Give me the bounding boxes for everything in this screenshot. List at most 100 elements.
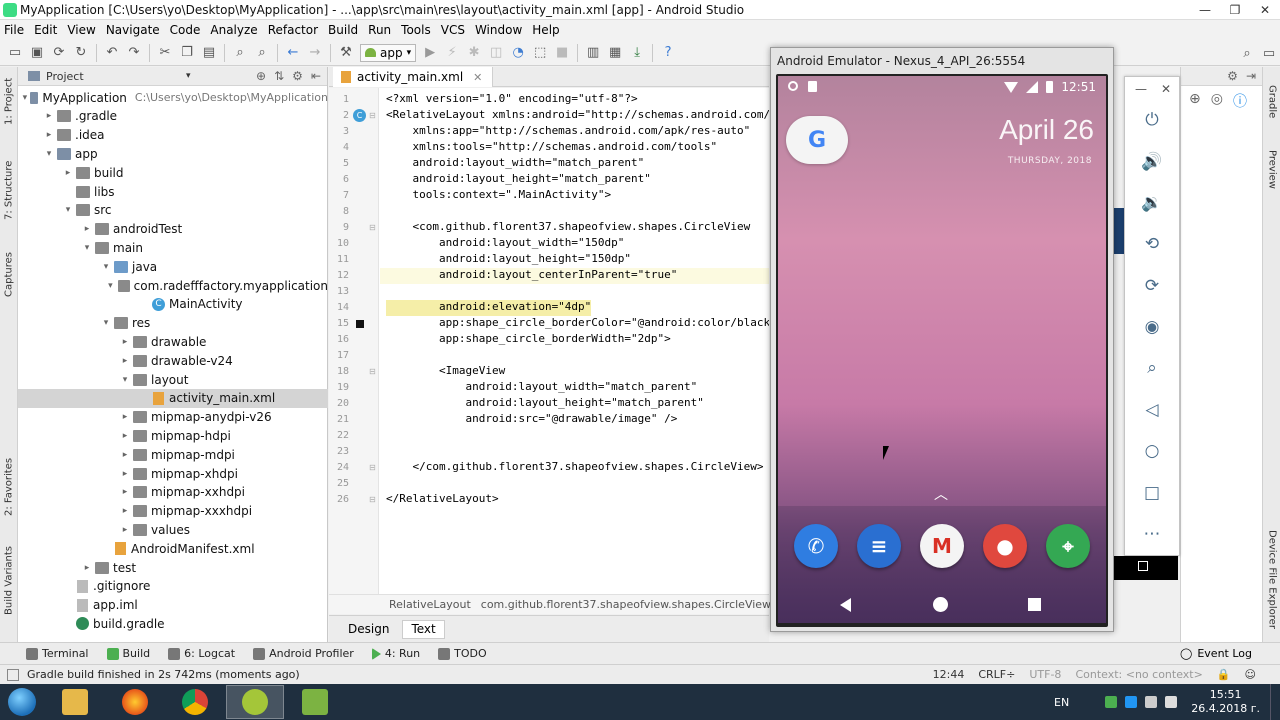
undo-icon[interactable]: ↶ — [103, 44, 121, 62]
tab-build-variants[interactable]: Build Variants — [0, 545, 18, 617]
taskbar-firefox[interactable] — [106, 685, 164, 719]
forward-icon[interactable]: → — [306, 44, 324, 62]
tree-item[interactable]: ▸ values — [18, 520, 328, 539]
more-options-icon[interactable]: ⋯ — [1141, 523, 1163, 545]
system-clock[interactable]: 15:51 26.4.2018 г. — [1191, 688, 1260, 716]
network-icon[interactable] — [1145, 696, 1158, 708]
scroll-from-source-icon[interactable]: ⊕ — [256, 69, 266, 83]
tree-item[interactable]: ▸ drawable — [18, 332, 328, 351]
tree-item[interactable]: ▾ layout — [18, 370, 328, 389]
tree-item[interactable]: ▾ MyApplication C:\Users\yo\Desktop\MyAppl… — [18, 88, 328, 107]
hide-panel-icon[interactable]: ⇤ — [311, 69, 321, 83]
tree-item[interactable]: activity_main.xml — [18, 388, 328, 408]
fold-marker-icon[interactable]: ⊟ — [369, 223, 376, 232]
chevron-right-icon[interactable]: ▸ — [119, 356, 131, 366]
chevron-right-icon[interactable]: ▸ — [119, 487, 131, 497]
breadcrumb-item[interactable]: com.github.florent37.shapeofview.shapes.… — [481, 598, 771, 611]
copy-icon[interactable]: ❐ — [178, 44, 196, 62]
chevron-right-icon[interactable]: ▸ — [81, 563, 93, 573]
back-icon[interactable]: ← — [284, 44, 302, 62]
tree-item[interactable]: ▾ main — [18, 238, 328, 257]
tray-icon[interactable] — [1105, 696, 1118, 708]
close-tab-icon[interactable]: ✕ — [473, 71, 482, 84]
menu-run[interactable]: Run — [363, 23, 396, 37]
tree-item[interactable]: ▸ mipmap-hdpi — [18, 426, 328, 445]
maximize-button[interactable]: ❐ — [1220, 0, 1250, 20]
tree-item[interactable]: ▸ mipmap-xxhdpi — [18, 483, 328, 502]
menu-code[interactable]: Code — [165, 23, 206, 37]
run-icon[interactable]: ▶ — [421, 44, 439, 62]
close-button[interactable]: ✕ — [1250, 0, 1280, 20]
tab-gradle[interactable]: Gradle — [1263, 77, 1280, 127]
tree-item[interactable]: libs — [18, 182, 328, 201]
taskbar-android-studio[interactable] — [226, 685, 284, 719]
tree-item[interactable]: ▸ mipmap-mdpi — [18, 445, 328, 464]
search-everywhere-icon[interactable]: ⌕ — [1238, 44, 1256, 62]
language-indicator[interactable]: EN — [1054, 696, 1069, 709]
start-button[interactable] — [0, 684, 44, 720]
sync-icon[interactable]: ⟳ — [50, 44, 68, 62]
info-icon[interactable]: ⓘ — [1233, 91, 1247, 111]
volume-icon[interactable] — [1165, 696, 1178, 708]
tree-item[interactable]: ▸ mipmap-anydpi-v26 — [18, 408, 328, 427]
tree-item[interactable]: ▸ mipmap-xxxhdpi — [18, 502, 328, 521]
class-marker-icon[interactable]: C — [353, 109, 366, 122]
attach-debugger-icon[interactable]: ⬚ — [531, 44, 549, 62]
rotate-right-icon[interactable]: ⟳ — [1141, 275, 1163, 297]
tree-item[interactable]: app.iml — [18, 596, 328, 615]
app-maps-icon[interactable]: ⌖ — [1046, 524, 1090, 568]
back-triangle-icon[interactable]: ◁ — [1141, 399, 1163, 421]
taskbar-explorer[interactable] — [46, 685, 104, 719]
chevron-down-icon[interactable]: ▾ — [62, 205, 74, 215]
menu-help[interactable]: Help — [527, 23, 564, 37]
color-swatch-icon[interactable] — [356, 320, 364, 328]
tree-item[interactable]: ▸ .gradle — [18, 107, 328, 126]
chevron-down-icon[interactable]: ▾ — [105, 281, 115, 291]
tab-device-file-explorer[interactable]: Device File Explorer — [1263, 519, 1280, 639]
tab-project[interactable]: 1: Project — [0, 71, 18, 131]
emulator-minimize-icon[interactable]: — — [1135, 82, 1147, 96]
hector-icon[interactable]: ☺ — [1245, 668, 1256, 681]
fold-marker-icon[interactable]: ⊟ — [369, 111, 376, 120]
fold-marker-icon[interactable]: ⊟ — [369, 463, 376, 472]
help-icon[interactable]: ? — [659, 44, 677, 62]
tab-preview[interactable]: Preview — [1263, 141, 1280, 197]
nav-home-icon[interactable] — [933, 597, 948, 612]
chevron-down-icon[interactable]: ▾ — [81, 243, 93, 253]
panel-toggle-icon[interactable]: ▭ — [1260, 44, 1278, 62]
settings-gear-icon[interactable]: ⚙ — [1227, 69, 1238, 83]
chevron-right-icon[interactable]: ▸ — [119, 431, 131, 441]
nav-back-icon[interactable] — [840, 598, 851, 612]
tree-item[interactable]: ▸ test — [18, 558, 328, 577]
tree-item[interactable]: ▾ src — [18, 201, 328, 220]
app-phone-icon[interactable]: ✆ — [794, 524, 838, 568]
tool-terminal[interactable]: Terminal — [26, 647, 89, 660]
chevron-right-icon[interactable]: ▸ — [81, 224, 93, 234]
tool-logcat[interactable]: 6: Logcat — [168, 647, 235, 660]
lock-icon[interactable]: 🔒 — [1217, 668, 1231, 681]
menu-edit[interactable]: Edit — [29, 23, 62, 37]
chevron-right-icon[interactable]: ▸ — [43, 111, 55, 121]
chevron-right-icon[interactable]: ▸ — [119, 450, 131, 460]
tool-todo[interactable]: TODO — [438, 647, 487, 660]
run-configuration-dropdown[interactable]: app ▾ — [360, 43, 417, 62]
menu-file[interactable]: File — [0, 23, 29, 37]
chevron-up-icon[interactable]: ︿ — [934, 484, 948, 504]
taskbar-chrome[interactable] — [166, 685, 224, 719]
chevron-right-icon[interactable]: ▸ — [119, 412, 131, 422]
settings-gear-icon[interactable]: ⚙ — [292, 69, 303, 83]
chevron-right-icon[interactable]: ▸ — [43, 130, 55, 140]
apply-changes-icon[interactable]: ⚡ — [443, 44, 461, 62]
show-desktop-button[interactable] — [1270, 684, 1280, 720]
chevron-down-icon[interactable]: ▾ — [119, 375, 131, 385]
tool-android-profiler[interactable]: Android Profiler — [253, 647, 354, 660]
file-encoding[interactable]: UTF-8 — [1029, 668, 1061, 681]
nav-recents-icon[interactable] — [1028, 598, 1041, 611]
coverage-icon[interactable]: ◫ — [487, 44, 505, 62]
menu-tools[interactable]: Tools — [396, 23, 436, 37]
make-project-icon[interactable]: ⚒ — [337, 44, 355, 62]
open-folder-icon[interactable]: ▭ — [6, 44, 24, 62]
tray-icon[interactable] — [1125, 696, 1138, 708]
toggle-tool-windows-icon[interactable] — [7, 668, 19, 681]
tab-favorites[interactable]: 2: Favorites — [0, 457, 18, 517]
